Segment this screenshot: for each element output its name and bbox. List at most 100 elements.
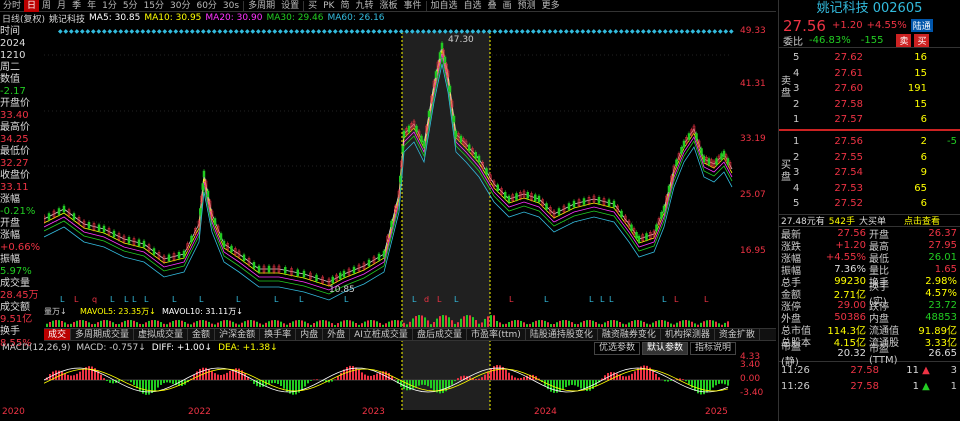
event-marker[interactable]: L (704, 295, 709, 304)
toolbar-item[interactable]: 季 (69, 0, 84, 12)
bid-level[interactable]: 5 27.52 6 (779, 196, 960, 212)
toolbar-item[interactable]: 30分 (167, 0, 193, 12)
volume-tab[interactable]: 盘后成交量 (413, 329, 467, 340)
event-marker[interactable]: d (424, 295, 429, 304)
ask-level[interactable]: 1 27.57 6 (779, 112, 960, 128)
toolbar-item[interactable]: 事件 (401, 0, 425, 12)
event-marker[interactable]: L (454, 295, 459, 304)
toolbar-item[interactable]: 多周期 (245, 0, 278, 12)
signal-marker: ◆ (454, 28, 459, 35)
bid-level[interactable]: 3 27.54 9 (779, 165, 960, 181)
volume-bar (598, 323, 600, 327)
level-price: 27.53 (834, 182, 863, 194)
ask-level[interactable]: 4 27.61 15 (779, 66, 960, 82)
volume-tab[interactable]: 陆股通持股变化 (526, 329, 598, 340)
connect-badge[interactable]: 陆通 (910, 19, 933, 32)
volume-tab[interactable]: 换手率 (260, 329, 297, 340)
sell-button[interactable]: 卖 (896, 34, 912, 47)
volume-tab[interactable]: 内盘 (296, 329, 324, 340)
ask-level[interactable]: 5 27.62 16 (779, 50, 960, 66)
toolbar-item[interactable]: 设置 (278, 0, 302, 12)
toolbar-item[interactable]: 叠 (485, 0, 500, 12)
volume-bar (331, 323, 333, 327)
toolbar-item[interactable]: 分时 (0, 0, 24, 12)
volume-bar (676, 322, 678, 327)
event-marker[interactable]: L (236, 295, 241, 304)
bid-level[interactable]: 1 27.56 2 -5 (779, 134, 960, 150)
volume-tab[interactable]: 虚拟成交量 (134, 329, 189, 340)
event-marker[interactable]: L (589, 295, 594, 304)
macd-bar (229, 370, 231, 380)
ask-level[interactable]: 2 27.58 15 (779, 97, 960, 113)
event-marker[interactable]: L (412, 295, 417, 304)
event-marker[interactable]: L (509, 295, 514, 304)
macd-param-button[interactable]: 指标说明 (690, 342, 737, 355)
volume-tab[interactable]: 金额 (188, 329, 216, 340)
toolbar-item[interactable]: 画 (500, 0, 515, 12)
date-axis: 2020 2022 2023 2024 2025 (0, 407, 776, 421)
event-marker[interactable]: L (74, 295, 79, 304)
macd-param-button[interactable]: 优选参数 (594, 342, 641, 355)
buy-button[interactable]: 买 (914, 34, 930, 47)
toolbar-item[interactable]: 买 (305, 0, 320, 12)
event-marker[interactable]: L (544, 295, 549, 304)
volume-bar (100, 320, 102, 327)
toolbar-item[interactable]: 30s (220, 0, 242, 12)
event-marker[interactable]: L (110, 295, 115, 304)
toolbar-item[interactable]: 60分 (193, 0, 219, 12)
event-marker[interactable]: L (124, 295, 129, 304)
event-marker[interactable]: L (144, 295, 149, 304)
event-marker[interactable]: L (674, 295, 679, 304)
volume-tab[interactable]: 外盘 (323, 329, 351, 340)
event-marker[interactable]: q (92, 295, 97, 304)
volume-tab[interactable]: 市盈率(ttm) (467, 329, 526, 340)
view-link[interactable]: 点击查看 (904, 214, 940, 227)
toolbar-item[interactable]: 九转 (352, 0, 376, 12)
event-marker[interactable]: L (172, 295, 177, 304)
toolbar-item[interactable]: 更多 (539, 0, 563, 12)
bid-level[interactable]: 4 27.53 65 (779, 181, 960, 197)
toolbar-item[interactable]: 简 (337, 0, 352, 12)
event-marker[interactable]: L (199, 295, 204, 304)
toolbar-item[interactable]: 1分 (99, 0, 120, 12)
quote-panel: 姚记科技 002605 27.56 +1.20 +4.55% 陆通 委比 -46… (778, 0, 960, 421)
toolbar-item[interactable]: 自选 (461, 0, 485, 12)
event-marker[interactable]: L (299, 295, 304, 304)
event-marker[interactable]: L (60, 295, 65, 304)
volume-tab[interactable]: 沪深金额 (215, 329, 261, 340)
axis-label: -3.40 (740, 388, 764, 398)
signal-marker: ◆ (713, 28, 718, 35)
volume-tab[interactable]: 多周期成交量 (71, 329, 135, 340)
toolbar-item[interactable]: 涨板 (377, 0, 401, 12)
chart-mode[interactable]: 日线(复权) (2, 12, 45, 25)
toolbar-item[interactable]: 日 (24, 0, 40, 12)
volume-tab[interactable]: 成交 (44, 329, 72, 340)
toolbar-item[interactable]: 15分 (141, 0, 167, 12)
volume-tab[interactable]: 机构探测器 (661, 329, 715, 340)
toolbar-item[interactable]: 年 (84, 0, 99, 12)
toolbar-item[interactable]: 加自选 (428, 0, 461, 12)
toolbar-item[interactable]: 预测 (515, 0, 539, 12)
volume-tab[interactable]: 融资融券变化 (598, 329, 661, 340)
signal-marker: ◆ (80, 28, 85, 35)
event-marker[interactable]: L (132, 295, 137, 304)
event-marker[interactable]: L (344, 295, 349, 304)
kline-chart[interactable]: ◆ ◆ ◆ ◆ ◆ ◆ ◆ ◆ ◆ ◆ ◆ ◆ ◆ ◆ ◆ ◆ ◆ ◆ ◆ ◆ ◆ ◆ ◆ ◆ ◆ ◆ ◆ ◆ ◆ ◆ ◆ ◆ ◆ ◆ ◆ ◆ ◆ ◆ ◆ ◆… (44, 24, 778, 414)
event-marker[interactable]: L (609, 295, 614, 304)
toolbar-item[interactable]: 5分 (120, 0, 141, 12)
volume-tab[interactable]: 资金扩散 (715, 329, 760, 340)
toolbar-item[interactable]: 月 (54, 0, 69, 12)
toolbar-item[interactable]: PK (320, 0, 337, 12)
bid-level[interactable]: 2 27.55 6 (779, 150, 960, 166)
ask-level[interactable]: 3 27.60 191 (779, 81, 960, 97)
event-marker[interactable]: L (600, 295, 605, 304)
volume-bar (259, 323, 261, 327)
crosshair-value: 收盘价 (0, 170, 30, 181)
macd-param-button[interactable]: 默认参数 (642, 342, 689, 355)
volume-bar (544, 320, 546, 327)
toolbar-item[interactable]: 周 (39, 0, 54, 12)
volume-tab[interactable]: AI立桩成交量 (350, 329, 413, 340)
event-marker[interactable]: L (437, 295, 442, 304)
event-marker[interactable]: L (662, 295, 667, 304)
event-marker[interactable]: L (274, 295, 279, 304)
